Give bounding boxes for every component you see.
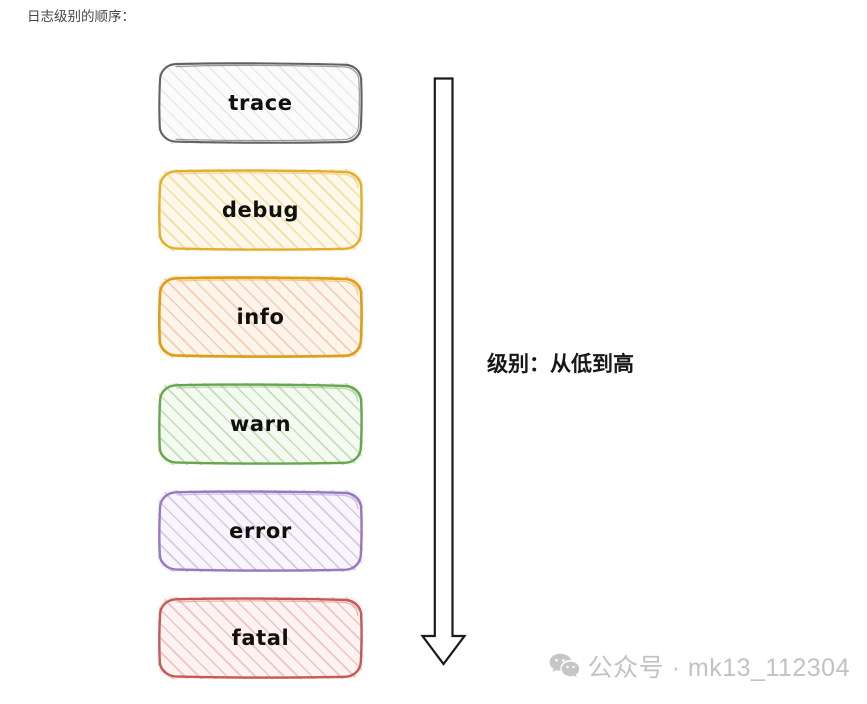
level-box-error[interactable]: error xyxy=(158,490,363,572)
level-label-trace: trace xyxy=(228,91,293,115)
level-box-trace[interactable]: trace xyxy=(158,62,363,144)
watermark: 公众号 · mk13_112304 xyxy=(549,648,850,684)
level-label-warn: warn xyxy=(229,412,292,436)
level-box-fatal[interactable]: fatal xyxy=(158,597,363,679)
level-box-info[interactable]: info xyxy=(158,276,363,358)
wechat-icon xyxy=(549,653,579,678)
log-level-diagram: trace debug info warn error fatal 级别：从低到… xyxy=(0,0,867,696)
level-direction-arrow xyxy=(418,70,474,670)
level-box-debug[interactable]: debug xyxy=(158,169,363,251)
arrow-svg xyxy=(420,77,467,666)
level-label-error: error xyxy=(229,519,292,543)
level-label-fatal: fatal xyxy=(231,626,290,650)
arrow-caption: 级别：从低到高 xyxy=(487,353,634,376)
watermark-text: 公众号 · mk13_112304 xyxy=(587,654,850,682)
level-box-warn[interactable]: warn xyxy=(158,383,363,465)
level-label-debug: debug xyxy=(221,198,300,222)
level-label-info: info xyxy=(236,305,285,329)
log-level-list: trace debug info warn error fatal xyxy=(158,62,363,704)
